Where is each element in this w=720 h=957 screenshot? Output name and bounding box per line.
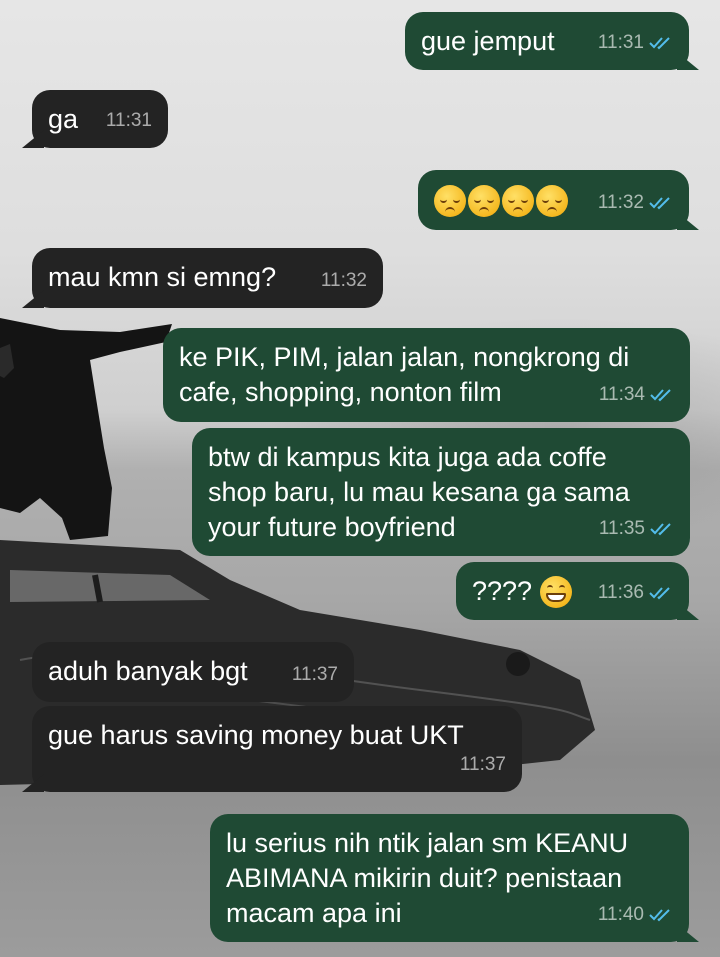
outgoing-message[interactable]: ke PIK, PIM, jalan jalan, nongkrong di c…: [163, 328, 690, 422]
pensive-face-icon: [434, 185, 466, 218]
grinning-face-icon: [540, 575, 573, 608]
message-time: 11:32: [320, 270, 367, 291]
message-meta: 11:40: [598, 897, 673, 932]
message-time: 11:31: [105, 110, 152, 131]
outgoing-message[interactable]: ???? 11:36: [456, 562, 689, 620]
incoming-message[interactable]: gue harus saving money buat UKT 11:37: [32, 706, 522, 792]
outgoing-message[interactable]: btw di kampus kita juga ada coffe shop b…: [192, 428, 690, 556]
message-time: 11:35: [598, 518, 645, 539]
message-text: mau kmn si emng?: [48, 262, 277, 292]
incoming-message[interactable]: ga 11:31: [32, 90, 168, 148]
message-time: 11:37: [459, 754, 506, 775]
message-meta: 11:32: [321, 263, 367, 298]
read-receipt-icon: [649, 586, 673, 600]
message-meta: 11:36: [598, 575, 673, 610]
message-meta: 11:34: [599, 377, 674, 412]
read-receipt-icon: [649, 196, 673, 210]
message-meta: 11:31: [598, 25, 673, 60]
message-meta: 11:35: [599, 511, 674, 546]
message-time: 11:40: [597, 904, 644, 925]
message-text: ????: [472, 574, 573, 609]
pensive-face-icon: [502, 185, 534, 218]
message-time: 11:36: [597, 582, 644, 603]
message-time: 11:37: [291, 664, 338, 685]
pensive-face-icon: [536, 185, 568, 218]
read-receipt-icon: [649, 36, 673, 50]
wallpaper-figure: [0, 318, 172, 540]
read-receipt-icon: [650, 388, 674, 402]
outgoing-message[interactable]: lu serius nih ntik jalan sm KEANU ABIMAN…: [210, 814, 689, 942]
message-text: gue harus saving money buat UKT: [48, 720, 464, 750]
outgoing-message[interactable]: 11:32: [418, 170, 689, 230]
read-receipt-icon: [649, 908, 673, 922]
emoji-row: [434, 185, 568, 218]
message-time: 11:32: [597, 192, 644, 213]
message-meta: 11:37: [460, 747, 506, 782]
pensive-face-icon: [468, 185, 500, 218]
outgoing-message[interactable]: gue jemput 11:31: [405, 12, 689, 70]
message-time: 11:34: [598, 384, 645, 405]
message-time: 11:31: [597, 32, 644, 53]
message-text-prefix: ????: [472, 576, 533, 606]
message-meta: 11:31: [106, 103, 152, 138]
message-meta: 11:37: [292, 657, 338, 692]
message-meta: 11:32: [598, 185, 673, 220]
incoming-message[interactable]: mau kmn si emng? 11:32: [32, 248, 383, 308]
incoming-message[interactable]: aduh banyak bgt 11:37: [32, 642, 354, 702]
read-receipt-icon: [650, 522, 674, 536]
